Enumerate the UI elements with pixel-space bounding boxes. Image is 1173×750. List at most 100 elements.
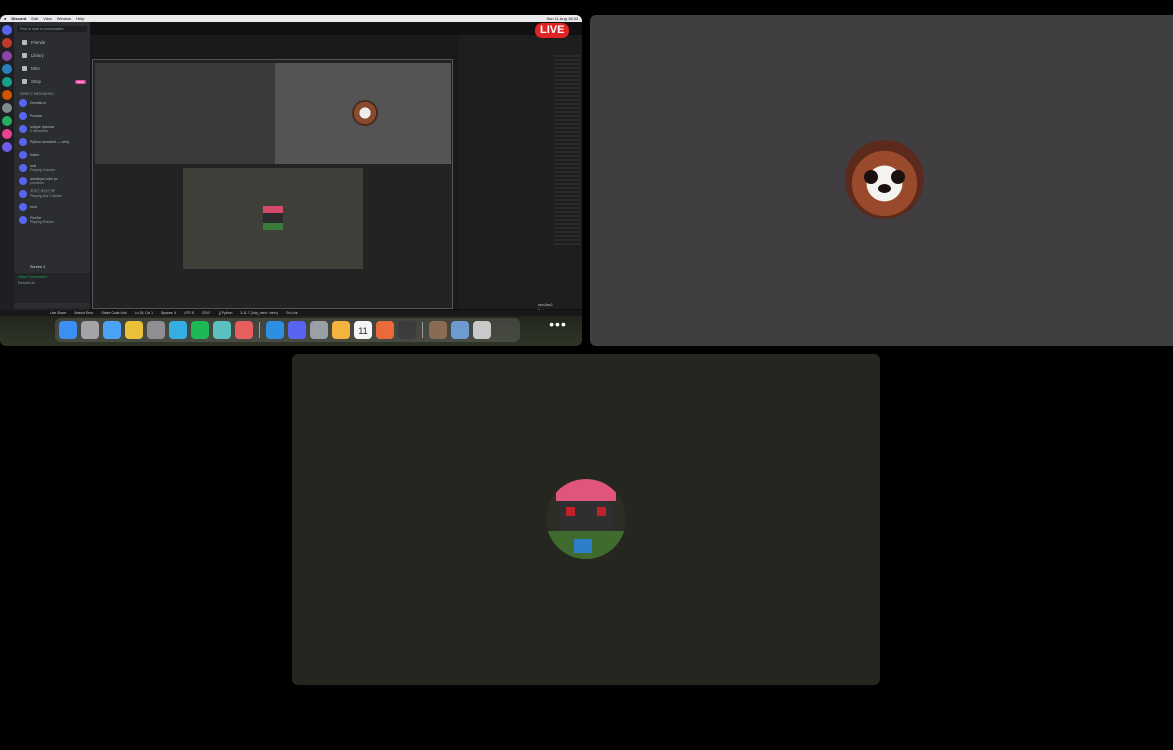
screen-share-tile[interactable]: ● Discord Edit View Window Help Sun 11 A…	[0, 15, 582, 346]
dm-item[interactable]: DennisLin	[14, 96, 90, 109]
dock-app-safari-icon[interactable]	[103, 321, 121, 339]
status-item: CRLF	[201, 311, 211, 315]
dm-name: hoot	[30, 204, 37, 209]
dock-app-image-capture-icon[interactable]	[429, 321, 447, 339]
dock-separator	[422, 322, 423, 338]
participant-tile-creeper[interactable]	[292, 354, 880, 685]
status-item: UTF-8	[184, 311, 194, 315]
dm-avatar	[19, 215, 27, 224]
friends-icon	[22, 40, 27, 45]
dm-list: DennisLin Pussbe unique ripsnow 3 Members Py…	[14, 96, 90, 226]
status-item: Go Live	[285, 311, 298, 315]
nav-label: Library	[31, 53, 44, 58]
status-item: {} Python	[218, 311, 233, 315]
dm-name: hutes	[30, 152, 39, 157]
dm-item[interactable]: ⓑⓑⓘⓖⓔⓡⓑ Playing Ace Tracker	[14, 187, 90, 200]
library-icon	[22, 53, 27, 58]
dm-item[interactable]: Python shooterfi — certy	[14, 135, 90, 148]
dm-avatar	[19, 111, 27, 120]
dm-item[interactable]: amethyst ruler pv pvxdrum	[14, 174, 90, 187]
voice-panel: Voice Connected DennisLin	[14, 273, 90, 303]
dm-avatar	[19, 176, 27, 185]
voice-status: Voice Connected	[18, 275, 47, 279]
avatar-nose	[878, 184, 891, 193]
menubar-app-name: Discord	[11, 16, 27, 21]
dock-app-downloads-icon[interactable]	[451, 321, 469, 339]
discord-home-icon	[2, 25, 12, 35]
nav-shop: Shop NEW	[14, 75, 90, 88]
server-icon	[2, 64, 12, 74]
voice-channel: DennisLin	[18, 281, 35, 285]
dock-separator	[259, 322, 260, 338]
nav-nitro: Nitro	[14, 62, 90, 75]
dock-app-trash-icon[interactable]	[473, 321, 491, 339]
discord-server-rail	[0, 22, 14, 328]
dock-app-launchpad-icon[interactable]	[81, 321, 99, 339]
dock-app-vs-code-icon[interactable]	[266, 321, 284, 339]
code-editor: zsh Anx2 Python	[458, 35, 582, 313]
dm-status: pvxdrum	[30, 180, 44, 185]
nested-creeper-tile	[183, 168, 363, 269]
dm-status: Playing Roblox	[30, 219, 54, 224]
live-badge: LIVE	[535, 23, 570, 38]
terminal-tab-zsh: zsh Anx2	[538, 303, 553, 307]
participant-tile-panda[interactable]	[590, 15, 1173, 346]
status-item: Ln 18, Col 1	[134, 311, 154, 315]
avatar-eye	[597, 507, 606, 516]
dm-item[interactable]: FireZer Playing Roblox	[14, 213, 90, 226]
status-item: Search Error	[74, 311, 94, 315]
dock-app-photos-icon[interactable]	[332, 321, 350, 339]
menubar-item-view: View	[43, 16, 52, 21]
server-icon	[2, 90, 12, 100]
menubar-clock: Sun 11 Aug 18:33	[546, 16, 578, 21]
dm-name: DennisLin	[30, 100, 46, 105]
server-icon	[2, 38, 12, 48]
dock-app-system-settings-icon[interactable]	[147, 321, 165, 339]
status-item: Spaces: 4	[161, 311, 177, 315]
nav-label: Friends	[31, 40, 45, 45]
nested-screen-thumbnail	[95, 63, 275, 164]
dm-name: Pussbe	[30, 113, 42, 118]
dock-app-preview-icon[interactable]	[310, 321, 328, 339]
shop-icon	[22, 79, 27, 84]
more-options-button[interactable]: •••	[540, 317, 576, 339]
dock-app-stack-icon[interactable]	[235, 321, 253, 339]
dm-avatar	[19, 202, 27, 211]
nested-stream-window	[90, 35, 458, 309]
server-icon	[2, 51, 12, 61]
dock-app-bike-icon[interactable]	[213, 321, 231, 339]
avatar-gem	[574, 539, 592, 553]
dock-app-chrome-icon[interactable]	[125, 321, 143, 339]
server-icon	[2, 129, 12, 139]
nav-library: Library	[14, 49, 90, 62]
menubar-item-window: Window	[56, 16, 72, 21]
dock-app-discord-icon[interactable]	[288, 321, 306, 339]
dock-app-spotify-icon[interactable]	[191, 321, 209, 339]
nested-panda-tile	[275, 63, 451, 164]
editor-minimap	[554, 55, 580, 245]
dm-name: Python shooterfi — certy	[30, 139, 70, 144]
dock-app-kodi-icon[interactable]	[398, 321, 416, 339]
menubar-item-help: Help	[76, 16, 85, 21]
dm-avatar	[19, 189, 27, 198]
avatar-eye	[566, 507, 575, 516]
avatar-eye	[891, 170, 905, 184]
nav-label: Nitro	[31, 66, 40, 71]
red-panda-avatar	[845, 140, 924, 219]
dm-item[interactable]: Pussbe	[14, 109, 90, 122]
dock-app-finder-icon[interactable]	[59, 321, 77, 339]
dm-avatar	[19, 137, 27, 146]
dock-app-instruments-icon[interactable]	[376, 321, 394, 339]
dm-item[interactable]: hoot	[14, 200, 90, 213]
dm-status: Playing Counter	[30, 167, 56, 172]
discord-search-input: Find or start a conversation	[17, 26, 87, 32]
dock-app-calendar-icon[interactable]: 11	[354, 321, 372, 339]
avatar-hat	[556, 479, 616, 501]
dm-item[interactable]: hutes	[14, 148, 90, 161]
dock-app-telegram-icon[interactable]	[169, 321, 187, 339]
dm-avatar	[19, 150, 27, 159]
dm-item[interactable]: unique ripsnow 3 Members	[14, 122, 90, 135]
avatar-face	[560, 501, 612, 531]
status-item: 3.11.7 ('kivy_venv': venv)	[240, 311, 278, 315]
dm-item[interactable]: real Playing Counter	[14, 161, 90, 174]
